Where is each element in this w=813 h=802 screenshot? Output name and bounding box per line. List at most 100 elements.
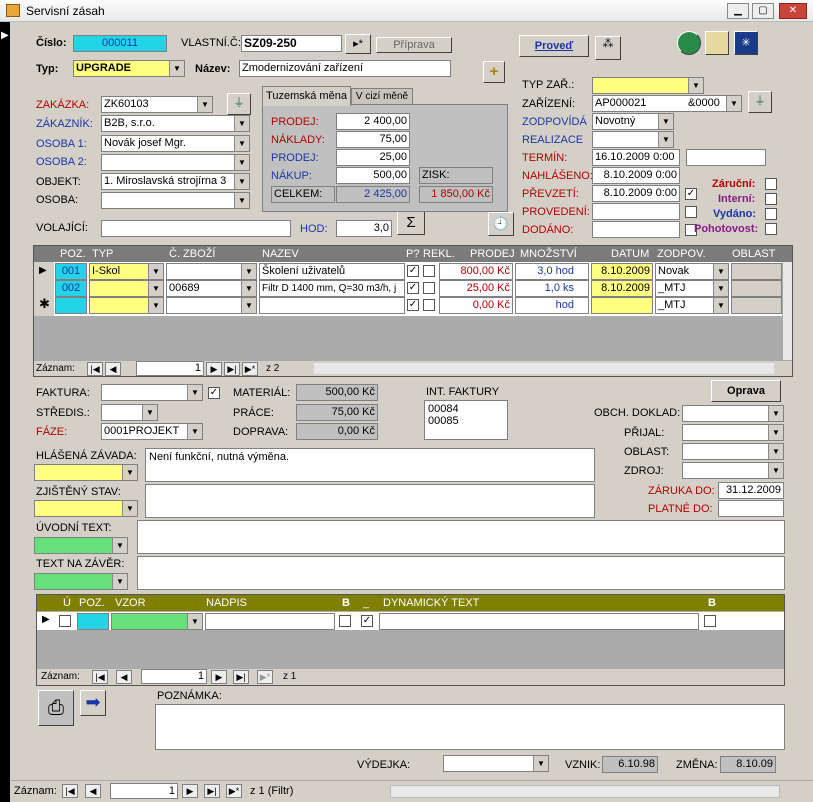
row1-oblast[interactable] (731, 263, 782, 280)
wizard-button[interactable]: ⁂ (595, 36, 621, 60)
items-grid-vscrollbar[interactable] (782, 262, 792, 360)
filter-icon[interactable]: ⏚ (748, 91, 772, 113)
clock-button[interactable]: 🕘 (488, 212, 514, 236)
filter-icon[interactable]: ⏚ (227, 93, 251, 115)
last-record-icon[interactable]: ▶| (204, 784, 220, 798)
int-faktury-list[interactable]: 00084 00085 (424, 400, 508, 440)
last-record-icon[interactable]: ▶| (233, 670, 249, 684)
row2-mnozstvi[interactable]: 1,0 ks (515, 280, 589, 297)
provedeni-checkbox[interactable] (685, 206, 697, 218)
tab-cizi[interactable]: V cizí měně (351, 88, 413, 105)
print-button[interactable]: ⎙ (38, 690, 74, 726)
faktura-select[interactable]: ▼ (101, 384, 203, 401)
row3-oblast[interactable] (731, 297, 782, 314)
row2-datum[interactable]: 8.10.2009 (591, 280, 653, 297)
row1-p-checkbox[interactable]: ✓ (407, 265, 419, 277)
hlasena-textarea[interactable]: Není funkční, nutná výměna. (145, 448, 595, 482)
prevzeti-field[interactable]: 8.10.2009 0:00 (592, 185, 680, 202)
uvodni-textarea[interactable] (137, 520, 785, 554)
new-record-button[interactable]: ▸* (345, 34, 371, 54)
hod-field[interactable]: 3,0 (336, 220, 392, 237)
osoba1-select[interactable]: Novák josef Mgr. ▼ (101, 135, 250, 152)
arrow-right-icon[interactable]: ➡ (80, 690, 106, 716)
tab-tuzemska[interactable]: Tuzemská měna (262, 86, 351, 106)
row2-typ[interactable]: ▼ (89, 280, 164, 297)
prev-record-icon[interactable]: ◀ (85, 784, 101, 798)
row-dynamicky[interactable] (379, 613, 699, 630)
items-grid-hscrollbar[interactable] (314, 363, 774, 374)
new-record-icon[interactable]: ▶* (226, 784, 242, 798)
naklady-field[interactable]: 75,00 (336, 131, 410, 148)
cislo-field[interactable]: 000011 (73, 35, 167, 52)
zakaznik-select[interactable]: B2B, s.r.o. ▼ (101, 115, 250, 132)
row3-nazev[interactable] (259, 297, 405, 314)
osoba-select[interactable]: ▼ (101, 192, 250, 209)
row2-nazev[interactable]: Filtr D 1400 mm, Q=30 m3/h, j (259, 280, 405, 297)
interni-checkbox[interactable] (765, 193, 777, 205)
volajici-field[interactable] (101, 220, 291, 237)
stredis-select[interactable]: ▼ (101, 404, 158, 421)
form-hscrollbar[interactable] (390, 785, 780, 798)
row3-zbozi[interactable]: ▼ (166, 297, 257, 314)
int-faktury-item[interactable]: 00085 (428, 415, 504, 427)
row1-rekl-checkbox[interactable] (423, 265, 435, 277)
prev-record-icon[interactable]: ◀ (116, 670, 132, 684)
termin-field[interactable]: 16.10.2009 0:00 (592, 149, 680, 166)
row-vzor-select[interactable]: ▼ (111, 613, 203, 630)
row-b2-checkbox[interactable] (704, 615, 716, 627)
zdroj-select[interactable]: ▼ (682, 462, 784, 479)
prevzeti-checkbox[interactable]: ✓ (685, 188, 697, 200)
row2-prodej[interactable]: 25,00 Kč (439, 280, 513, 297)
zjisteny-select[interactable]: ▼ (34, 500, 138, 517)
provedeni-field[interactable] (592, 203, 680, 220)
ruler-icon[interactable] (705, 31, 729, 55)
row1-mnozstvi[interactable]: 3,0 hod (515, 263, 589, 280)
int-faktury-item[interactable]: 00084 (428, 403, 504, 415)
platne-field[interactable] (718, 500, 784, 517)
next-record-icon[interactable]: ▶ (182, 784, 198, 798)
next-record-icon[interactable]: ▶ (211, 670, 227, 684)
first-record-icon[interactable]: |◀ (87, 362, 103, 376)
row1-nazev[interactable]: Školení uživatelů (259, 263, 405, 280)
record-number-field[interactable]: 1 (136, 361, 204, 376)
termin-extra-field[interactable] (686, 149, 766, 166)
row1-datum[interactable]: 8.10.2009 (591, 263, 653, 280)
faze-select[interactable]: 0001PROJEKT ▼ (101, 423, 203, 440)
poznamka-textarea[interactable] (155, 704, 785, 750)
row3-p-checkbox[interactable]: ✓ (407, 299, 419, 311)
pohotovost-checkbox[interactable] (765, 223, 777, 235)
last-record-icon[interactable]: ▶| (224, 362, 240, 376)
row1-zbozi[interactable]: ▼ (166, 263, 257, 280)
row3-typ[interactable]: ▼ (89, 297, 164, 314)
nazev-field[interactable]: Zmodernizování zařízení (239, 60, 451, 77)
prodej2-field[interactable]: 25,00 (336, 149, 410, 166)
objekt-select[interactable]: 1. Miroslavská strojírna 3 ▼ (101, 173, 250, 190)
first-record-icon[interactable]: |◀ (62, 784, 78, 798)
row2-zbozi[interactable]: 00689 ▼ (166, 280, 257, 297)
zarizeni-select[interactable]: AP000021 &0000 ▼ (592, 95, 742, 112)
row1-zodpov[interactable]: Novak ▼ (655, 263, 729, 280)
priprava-button[interactable]: Příprava (376, 37, 452, 53)
row2-rekl-checkbox[interactable] (423, 282, 435, 294)
first-record-icon[interactable]: |◀ (92, 670, 108, 684)
nahlaseno-field[interactable]: 8.10.2009 0:00 (592, 167, 680, 184)
dodano-field[interactable] (592, 221, 680, 238)
row2-p-checkbox[interactable]: ✓ (407, 282, 419, 294)
record-number-field[interactable]: 1 (141, 669, 207, 684)
row2-poz[interactable]: 002 (55, 280, 87, 297)
typ-select[interactable]: UPGRADE ▼ (73, 60, 185, 77)
row1-poz[interactable]: 001 (55, 263, 87, 280)
nakup-field[interactable]: 500,00 (336, 167, 410, 184)
row-u-checkbox[interactable] (59, 615, 71, 627)
row1-typ[interactable]: I-Skol ▼ (89, 263, 164, 280)
compass-icon[interactable]: ✳ (734, 31, 758, 55)
prijal-select[interactable]: ▼ (682, 424, 784, 441)
zodpovida-select[interactable]: Novotný ▼ (592, 113, 674, 130)
oblast-select[interactable]: ▼ (682, 443, 784, 460)
maximize-button[interactable]: ▢ (752, 3, 774, 19)
record-number-field[interactable]: 1 (110, 783, 178, 799)
row3-datum[interactable] (591, 297, 653, 314)
add-button[interactable]: + (483, 61, 505, 83)
zaver-textarea[interactable] (137, 556, 785, 590)
next-record-icon[interactable]: ▶ (206, 362, 222, 376)
